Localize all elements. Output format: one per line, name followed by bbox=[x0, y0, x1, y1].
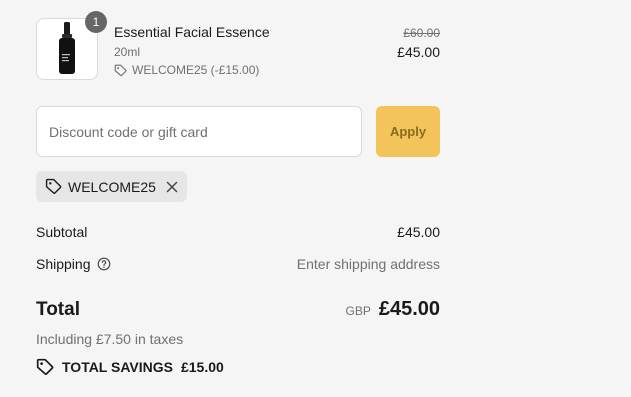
total-savings: TOTAL SAVINGS £15.00 bbox=[36, 358, 224, 376]
subtotal-value: £45.00 bbox=[397, 224, 440, 240]
product-variant: 20ml bbox=[114, 45, 141, 59]
shipping-value: Enter shipping address bbox=[296, 256, 440, 272]
quantity-badge: 1 bbox=[85, 11, 107, 33]
line-item: 1 Essential Facial Essence 20ml WELCOME2… bbox=[36, 0, 440, 100]
close-icon bbox=[166, 181, 178, 192]
discount-code-input[interactable] bbox=[36, 106, 362, 157]
apply-button[interactable]: Apply bbox=[376, 106, 440, 157]
taxes-note: Including £7.50 in taxes bbox=[36, 331, 184, 347]
applied-discount-pill: WELCOME25 bbox=[36, 171, 187, 202]
help-icon[interactable] bbox=[97, 257, 111, 271]
subtotal-label: Subtotal bbox=[36, 224, 88, 240]
savings-label: TOTAL SAVINGS bbox=[62, 359, 173, 375]
applied-code-text: WELCOME25 bbox=[68, 178, 156, 195]
subtotal-row: Subtotal £45.00 bbox=[36, 224, 440, 240]
tag-icon bbox=[45, 178, 62, 194]
total-row: Total GBP £45.00 bbox=[36, 298, 440, 321]
tag-icon bbox=[114, 64, 127, 76]
line-discount: WELCOME25 (-£15.00) bbox=[114, 63, 259, 77]
discount-form: Apply bbox=[36, 106, 440, 157]
currency-code: GBP bbox=[345, 304, 371, 318]
current-price: £45.00 bbox=[397, 44, 440, 60]
shipping-label: Shipping bbox=[36, 256, 91, 272]
savings-value: £15.00 bbox=[180, 359, 224, 375]
remove-discount-button[interactable] bbox=[165, 180, 179, 194]
total-label: Total bbox=[36, 298, 80, 320]
order-summary: 1 Essential Facial Essence 20ml WELCOME2… bbox=[36, 0, 440, 375]
serum-bottle-icon bbox=[59, 22, 75, 74]
total-amount: £45.00 bbox=[378, 298, 440, 320]
product-name: Essential Facial Essence bbox=[114, 24, 270, 40]
line-discount-text: WELCOME25 (-£15.00) bbox=[132, 63, 260, 77]
total-amount-group: GBP £45.00 bbox=[345, 298, 440, 321]
original-price: £60.00 bbox=[403, 26, 440, 40]
tag-icon bbox=[36, 358, 54, 375]
shipping-row: Shipping Enter shipping address bbox=[36, 256, 440, 272]
shipping-label-group: Shipping bbox=[36, 256, 111, 272]
